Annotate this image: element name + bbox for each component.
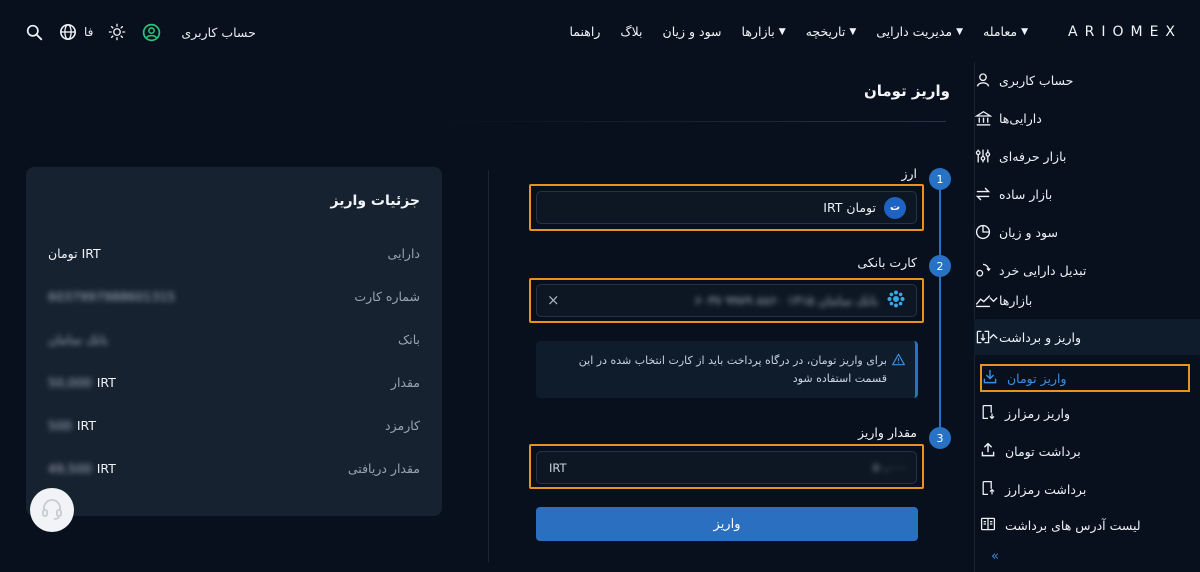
detail-label-fee: کارمزد [385,418,420,433]
crypto-withdraw-icon [980,480,996,499]
account-link[interactable]: حساب کاربری [181,25,255,40]
caret-down-icon: ▼ [849,26,857,37]
currency-select[interactable]: ت IRT تومان [536,191,917,224]
bank-card-select[interactable]: ۶۰۳۷ ۹۹۷۹ ۸۸۶۰ ۱۳۱۵ بانک سامان × [536,284,917,317]
info-text: برای واریز تومان، در درگاه پرداخت باید ا… [578,354,887,385]
detail-label-amount: مقدار [390,375,420,390]
deposit-button[interactable]: واریز [536,507,918,541]
sidebar-subitem-withdraw-addresses[interactable]: لیست آدرس های برداشت [980,511,1190,539]
detail-label-bank: بانک [398,332,420,347]
upload-icon [980,442,996,461]
download-icon [982,369,998,388]
nav-item-asset-management[interactable]: مدیریت دارایی ▼ [876,24,963,39]
nav-item-blog[interactable]: بلاگ [620,24,642,39]
globe-icon[interactable] [58,22,78,42]
crypto-deposit-icon [980,404,996,423]
toman-coin-icon: ت [884,196,906,219]
detail-label-asset: دارایی [387,246,420,261]
amount-unit: IRT [549,461,567,475]
nav-tools: فا حساب کاربری [24,22,256,42]
user-icon [974,71,992,89]
step-3-indicator: 3 [929,427,951,449]
detail-value-received: IRT 49,500 [48,461,116,476]
nav-item-profit-loss[interactable]: سود و زیان [663,24,722,39]
chevron-down-icon [988,293,999,308]
sun-icon[interactable] [107,22,127,42]
nav-item-markets[interactable]: بازارها ▼ [742,24,786,39]
currency-label: ارز [901,166,917,181]
detail-label-received: مقدار دریافتی [347,461,420,476]
amount-value: ۵۰,۰۰۰ [872,461,906,474]
top-navbar: ARIOMEX معامله ▼ مدیریت دارایی ▼ تاریخچه ▼ … [0,0,1200,62]
main-menu: معامله ▼ مدیریت دارایی ▼ تاریخچه ▼ بازارها ▼… [569,24,1028,39]
bank-card-highlight: ۶۰۳۷ ۹۹۷۹ ۸۸۶۰ ۱۳۱۵ بانک سامان × [529,278,924,323]
bank-card-value: ۶۰۳۷ ۹۹۷۹ ۸۸۶۰ ۱۳۱۵ بانک سامان [694,293,878,308]
warning-icon [892,353,905,369]
brand-logo[interactable]: ARIOMEX [1068,24,1182,40]
amount-highlight: ۵۰,۰۰۰ IRT [529,444,924,489]
sidebar-item-simple-market[interactable]: بازار ساده [974,176,1200,212]
sidebar-item-deposit-withdraw[interactable]: واریز و برداشت [974,319,1200,355]
language-switch[interactable]: فا [84,25,93,39]
detail-value-amount: IRT 50,000 [48,375,116,390]
double-chevron-icon[interactable]: » [991,549,999,564]
nav-item-trade[interactable]: معامله ▼ [983,24,1028,39]
sidebar-subitem-toman-deposit[interactable]: واریز تومان [980,364,1190,392]
detail-label-card-number: شماره کارت [354,289,420,304]
sidebar-item-account[interactable]: حساب کاربری [974,62,1200,98]
step-2-indicator: 2 [929,255,951,277]
pie-chart-icon [974,223,992,241]
user-avatar-icon[interactable] [141,22,161,42]
amount-label: مقدار واریز [858,425,917,440]
sidebar-item-markets[interactable]: بازارها [974,282,1200,318]
chevron-up-icon [988,330,999,345]
detail-value-card-number: 6037997988601315 [48,289,176,304]
detail-value-fee: IRT 500 [48,418,96,433]
sliders-icon [974,147,992,165]
sidebar-item-profit-loss[interactable]: سود و زیان [974,214,1200,250]
bank-icon [974,109,992,127]
step-1-indicator: 1 [929,168,951,190]
details-title: جزئیات واریز [330,193,421,209]
caret-down-icon: ▼ [1021,26,1028,37]
address-book-icon [980,516,996,535]
convert-icon [974,261,992,279]
amount-input[interactable]: ۵۰,۰۰۰ IRT [536,451,917,484]
caret-down-icon: ▼ [956,26,963,37]
caret-down-icon: ▼ [778,26,786,37]
detail-value-bank: بانک سامان [48,332,108,347]
bank-card-label: کارت بانکی [857,255,917,270]
page-title: واریز تومان [863,82,950,100]
swap-icon [974,185,992,203]
detail-value-asset: IRT تومان [48,246,101,261]
step-connector [939,190,941,440]
title-divider [420,121,946,122]
currency-value: IRT تومان [823,200,876,215]
sidebar-item-pro-market[interactable]: بازار حرفه‌ای [974,138,1200,174]
clear-icon[interactable]: × [547,291,560,309]
column-divider [488,170,489,562]
sidebar-subitem-crypto-withdraw[interactable]: برداشت رمزارز [980,475,1190,503]
deposit-details-card: جزئیات واریز دارایی IRT تومان شماره کارت… [26,167,442,516]
support-chat-button[interactable] [30,488,74,532]
sidebar-item-assets[interactable]: دارایی‌ها [974,100,1200,136]
search-icon[interactable] [24,22,44,42]
sidebar: حساب کاربری دارایی‌ها بازار حرفه‌ای بازا… [974,62,1200,572]
sidebar-subitem-crypto-deposit[interactable]: واریز رمزارز [980,399,1190,427]
info-alert: برای واریز تومان، در درگاه پرداخت باید ا… [536,341,918,398]
saman-bank-logo-icon [886,289,906,312]
headset-icon [40,497,64,524]
nav-item-guide[interactable]: راهنما [569,24,600,39]
nav-item-history[interactable]: تاریخچه ▼ [806,24,857,39]
currency-highlight: ت IRT تومان [529,184,924,231]
sidebar-subitem-toman-withdraw[interactable]: برداشت تومان [980,437,1190,465]
